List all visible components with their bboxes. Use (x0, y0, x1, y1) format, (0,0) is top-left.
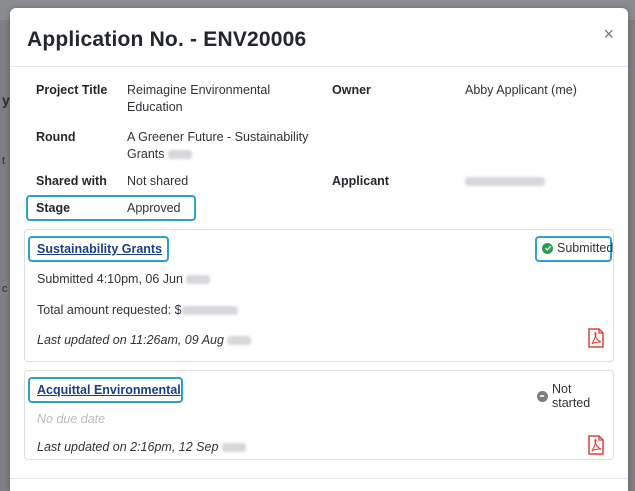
redacted-text (181, 306, 238, 316)
last-updated-value: Last updated on 2:16pm, 12 Sep (37, 440, 219, 454)
redacted-text (221, 443, 246, 453)
due-date-text: No due date (37, 412, 106, 426)
background-glyph: t (2, 155, 6, 167)
form-card-acquittal: Acquittal Environmental Not started No d… (24, 370, 614, 460)
applicant-value (465, 173, 545, 190)
status-text: Not started (551, 382, 591, 410)
shared-with-label: Shared with (36, 174, 107, 188)
submitted-text-value: Submitted 4:10pm, 06 Jun (37, 272, 183, 286)
project-title-value: Reimagine Environmental Education (127, 83, 271, 114)
modal-title: Application No. - ENV20006 (27, 28, 307, 51)
submitted-text: Submitted 4:10pm, 06 Jun (37, 272, 211, 286)
close-icon[interactable]: × (603, 24, 614, 45)
last-updated-text: Last updated on 11:26am, 09 Aug (37, 333, 252, 347)
round-label: Round (36, 130, 76, 144)
modal-footer-divider (10, 478, 628, 479)
amount-text: Total amount requested: $ (37, 303, 182, 317)
stage-label: Stage (36, 201, 71, 215)
amount-requested: Total amount requested: $ (37, 303, 238, 317)
modal-header: Application No. - ENV20006 × (10, 8, 628, 67)
owner-label: Owner (332, 83, 371, 97)
redacted-text (168, 150, 192, 160)
form-link-acquittal-environmental[interactable]: Acquittal Environmental (37, 383, 181, 397)
background-glyph: c (2, 283, 8, 295)
stage-value: Approved (127, 201, 181, 215)
project-title-label: Project Title (36, 83, 108, 97)
last-updated-value: Last updated on 11:26am, 09 Aug (37, 333, 224, 347)
check-circle-icon (542, 242, 553, 254)
owner-value: Abby Applicant (me) (465, 83, 577, 97)
form-card-sustainability: Sustainability Grants Submitted Submitte… (24, 229, 614, 362)
applicant-label: Applicant (332, 174, 389, 188)
redacted-text (227, 336, 252, 346)
pdf-download-icon[interactable] (587, 328, 605, 348)
shared-with-value: Not shared (127, 174, 189, 188)
background-glyph: y (2, 92, 10, 108)
minus-circle-icon (537, 390, 548, 402)
form-link-sustainability-grants[interactable]: Sustainability Grants (37, 242, 162, 256)
pdf-download-icon[interactable] (587, 435, 605, 455)
round-value: A Greener Future - Sustainability Grants (127, 129, 327, 163)
status-badge-not-started: Not started (537, 382, 613, 410)
redacted-text (186, 275, 211, 285)
redacted-text (465, 177, 545, 187)
status-text: Submitted (557, 241, 614, 255)
status-badge-submitted: Submitted (542, 241, 613, 255)
last-updated-text: Last updated on 2:16pm, 12 Sep (37, 440, 246, 454)
application-modal: Application No. - ENV20006 × Project Tit… (10, 8, 628, 491)
round-value-text: A Greener Future - Sustainability Grants (127, 130, 309, 161)
